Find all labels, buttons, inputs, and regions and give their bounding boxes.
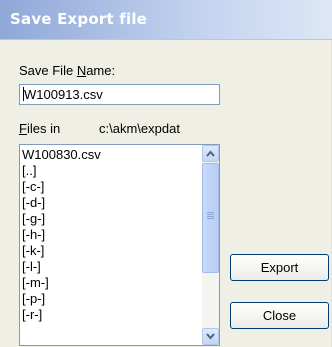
dialog-title: Save Export file [10, 10, 148, 28]
vertical-scrollbar[interactable] [202, 145, 219, 345]
file-list-item[interactable]: [-l-] [22, 259, 198, 275]
label-text: iles in [26, 121, 61, 136]
save-file-name-label: Save File Name: [19, 63, 115, 78]
thumb-grip [207, 216, 214, 217]
thumb-grip [207, 212, 214, 213]
file-list-item[interactable]: [-g-] [22, 211, 198, 227]
file-list-item[interactable]: [-c-] [22, 179, 198, 195]
thumb-grip [207, 218, 214, 219]
export-button[interactable]: Export [230, 254, 329, 281]
label-text: Save File [19, 63, 77, 78]
chevron-down-icon [206, 333, 215, 340]
save-export-dialog: Save Export file Save File Name: W100913… [0, 0, 332, 347]
file-list-item[interactable]: [-p-] [22, 291, 198, 307]
scroll-up-button[interactable] [202, 145, 219, 162]
title-bar[interactable]: Save Export file [0, 0, 332, 40]
current-directory-path: c:\akm\expdat [99, 121, 180, 136]
input-value: W100913.csv [24, 87, 103, 102]
file-list-item[interactable]: [-m-] [22, 275, 198, 291]
save-file-name-input[interactable]: W100913.csv [19, 84, 220, 105]
scroll-down-button[interactable] [202, 328, 219, 345]
file-list-item[interactable]: [-r-] [22, 307, 198, 323]
thumb-grip [207, 214, 214, 215]
scrollbar-thumb[interactable] [202, 163, 219, 273]
files-in-label: Files in [19, 121, 60, 136]
accelerator-key: N [76, 63, 87, 78]
close-button[interactable]: Close [230, 302, 329, 329]
file-list-item[interactable]: [-d-] [22, 195, 198, 211]
file-list-item[interactable]: [-k-] [22, 243, 198, 259]
file-list: W100830.csv [..] [-c-] [-d-] [-g-] [-h-] [-k-]… [22, 147, 198, 323]
chevron-up-icon [206, 150, 215, 157]
file-list-item[interactable]: [..] [22, 163, 198, 179]
label-text: ame: [86, 63, 116, 78]
accelerator-key: F [19, 121, 27, 136]
file-list-item[interactable]: W100830.csv [22, 147, 198, 163]
file-listbox[interactable]: W100830.csv [..] [-c-] [-d-] [-g-] [-h-] [-k-]… [19, 144, 220, 346]
file-list-item[interactable]: [-h-] [22, 227, 198, 243]
